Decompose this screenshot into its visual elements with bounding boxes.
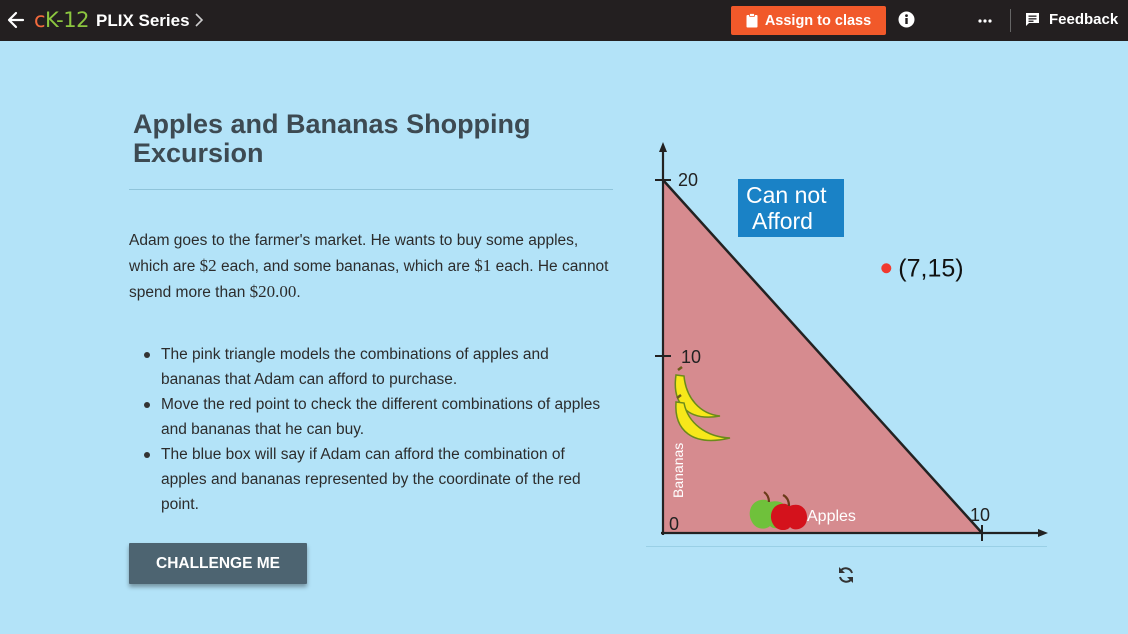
assign-to-class-button[interactable]: Assign to class — [731, 6, 886, 35]
intro-paragraph: Adam goes to the farmer's market. He wan… — [129, 232, 609, 301]
status-line-2: Afford — [752, 208, 813, 234]
refresh-icon[interactable] — [836, 565, 856, 585]
feedback-label: Feedback — [1049, 11, 1119, 28]
x-tick-10: 10 — [970, 505, 990, 525]
instructions-list: The pink triangle models the combination… — [144, 342, 611, 517]
ck12-logo[interactable]: cK-12 — [34, 8, 89, 32]
clipboard-icon — [746, 13, 758, 28]
banana-price: $1 — [474, 256, 492, 275]
budget-amount: $20.00 — [249, 282, 297, 301]
point-coordinate-label: (7,15) — [898, 254, 963, 282]
y-tick-10: 10 — [681, 347, 701, 367]
challenge-me-button[interactable]: CHALLENGE ME — [129, 543, 307, 584]
draggable-red-point[interactable] — [881, 263, 892, 274]
x-axis-label: Apples — [807, 508, 856, 525]
list-item: Move the red point to check the differen… — [144, 392, 611, 442]
feedback-button[interactable]: Feedback — [1025, 11, 1118, 28]
feedback-icon — [1026, 13, 1039, 26]
status-line-1: Can not — [746, 182, 827, 208]
series-title[interactable]: PLIX Series — [96, 11, 190, 31]
y-axis-arrow — [659, 142, 667, 152]
assign-label: Assign to class — [764, 12, 872, 29]
lesson-title: Apples and Bananas Shopping Excursion — [133, 109, 531, 168]
graph-bottom-divider — [646, 546, 1047, 547]
title-divider — [129, 189, 613, 190]
chevron-right-icon[interactable] — [194, 12, 204, 28]
apple-price: $2 — [199, 256, 217, 275]
list-item: The blue box will say if Adam can afford… — [144, 442, 611, 517]
y-tick-20: 20 — [678, 170, 698, 190]
affordability-status-box: Can not Afford — [738, 179, 844, 237]
info-icon[interactable] — [898, 11, 915, 28]
budget-graph[interactable]: 20 10 0 10 Bananas Apples Can not Afford… — [640, 140, 1060, 565]
arrow-left-icon[interactable] — [6, 9, 26, 31]
more-dots-icon[interactable] — [977, 18, 993, 24]
y-axis-label: Bananas — [670, 443, 686, 498]
list-item: The pink triangle models the combination… — [144, 342, 611, 392]
origin-label: 0 — [669, 514, 679, 534]
top-bar: cK-12 PLIX Series Assign to class Feedba… — [0, 0, 1128, 41]
toolbar-divider — [1010, 9, 1011, 32]
x-axis-arrow — [1038, 529, 1048, 537]
